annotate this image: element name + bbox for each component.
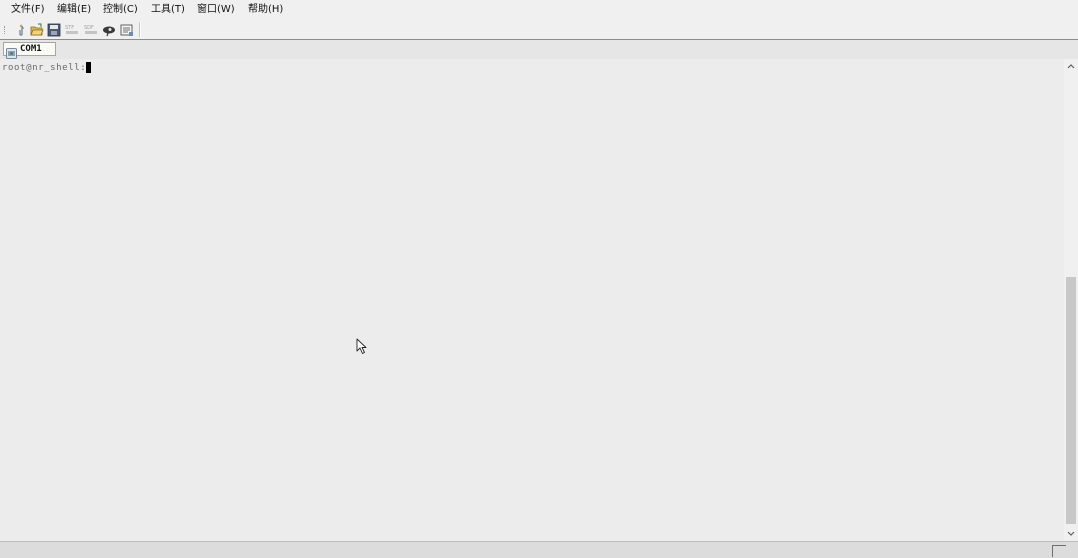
send-file-icon[interactable]: STF (65, 22, 79, 36)
vertical-scrollbar[interactable] (1064, 59, 1078, 541)
toolbar: STF SDF (0, 19, 1078, 39)
tab-com1[interactable]: COM1 (3, 42, 56, 59)
terminal-app-window: 文件(F) 编辑(E) 控制(C) 工具(T) 窗口(W) 帮助(H) STF … (0, 0, 1078, 558)
toolbar-grip[interactable] (4, 26, 7, 34)
tab-label: COM1 (20, 44, 42, 54)
save-icon[interactable] (47, 22, 61, 37)
text-cursor (86, 62, 92, 73)
menu-edit[interactable]: 编辑(E) (57, 3, 91, 17)
new-connection-icon[interactable] (14, 22, 28, 36)
status-bar (0, 541, 1078, 558)
shell-prompt: root@nr_shell: (2, 63, 87, 73)
prompt-line: root@nr_shell: (2, 62, 92, 74)
hide-icon[interactable] (102, 22, 116, 37)
receive-file-icon[interactable]: SDF (84, 22, 98, 36)
menu-help[interactable]: 帮助(H) (248, 3, 283, 17)
svg-text:STF: STF (65, 25, 74, 31)
menu-file[interactable]: 文件(F) (11, 3, 45, 17)
terminal-output[interactable]: root@nr_shell: (0, 59, 1064, 541)
menu-tools[interactable]: 工具(T) (151, 3, 185, 17)
mouse-pointer-icon (356, 338, 368, 355)
menu-control[interactable]: 控制(C) (103, 3, 138, 17)
resize-grip-icon[interactable] (1052, 545, 1066, 557)
svg-text:SDF: SDF (84, 25, 94, 31)
menu-window[interactable]: 窗口(W) (197, 3, 235, 17)
open-folder-icon[interactable] (30, 22, 44, 36)
session-tab-strip: COM1 (0, 40, 1078, 59)
scroll-up-arrow-icon[interactable] (1064, 59, 1078, 75)
menu-bar: 文件(F) 编辑(E) 控制(C) 工具(T) 窗口(W) 帮助(H) (0, 0, 1078, 19)
properties-icon[interactable] (120, 22, 134, 36)
toolbar-separator (139, 22, 141, 37)
scroll-down-arrow-icon[interactable] (1064, 525, 1078, 541)
scrollbar-thumb[interactable] (1066, 277, 1076, 524)
serial-port-icon (6, 44, 17, 59)
